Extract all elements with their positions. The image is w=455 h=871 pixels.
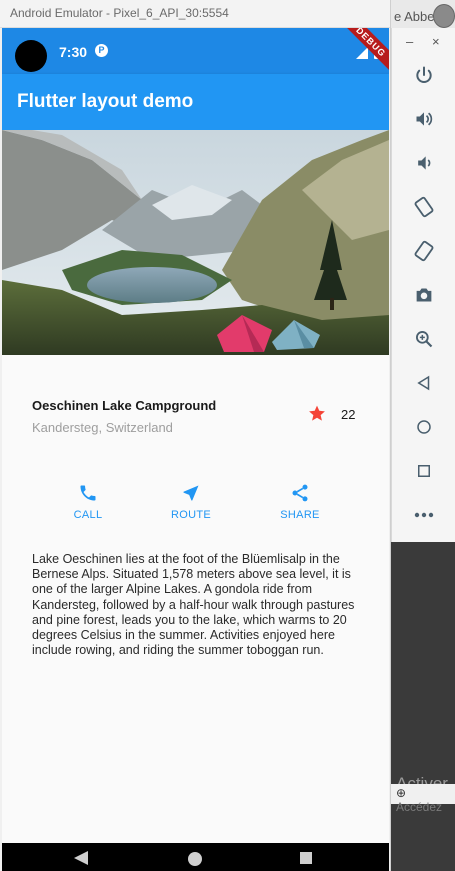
phone-screen: 7:30 P DEBUG Flutter layout demo Oeschin… bbox=[2, 28, 389, 871]
power-button[interactable] bbox=[406, 60, 442, 90]
rotate-right-icon bbox=[414, 240, 434, 262]
minimize-button[interactable]: – bbox=[406, 34, 413, 49]
background-desktop: Activer ⊕ Accédez bbox=[390, 542, 455, 871]
navigation-bar bbox=[2, 843, 389, 871]
share-button[interactable]: SHARE bbox=[265, 483, 335, 543]
back-button[interactable] bbox=[406, 368, 442, 398]
nav-overview-icon[interactable] bbox=[300, 852, 312, 864]
app-title: Flutter layout demo bbox=[17, 91, 194, 112]
toolbar-window-controls: – × bbox=[392, 34, 455, 50]
more-button[interactable] bbox=[406, 500, 442, 530]
lake-image bbox=[2, 130, 389, 355]
zoom-icon bbox=[416, 331, 433, 348]
notification-icon: P bbox=[95, 44, 108, 57]
background-avatar bbox=[433, 4, 455, 28]
near-me-icon bbox=[183, 485, 199, 501]
emulator-toolbar: – × bbox=[391, 28, 455, 542]
camera-icon bbox=[416, 288, 432, 302]
nav-back-icon[interactable] bbox=[74, 851, 88, 865]
taskbar-icon: ⊕ bbox=[396, 786, 407, 800]
description-text: Lake Oeschinen lies at the foot of the B… bbox=[32, 552, 355, 658]
rotate-left-icon bbox=[414, 196, 434, 218]
signal-icon bbox=[355, 46, 368, 59]
screenshot-button[interactable] bbox=[406, 280, 442, 310]
close-button[interactable]: × bbox=[432, 34, 440, 49]
overview-button[interactable] bbox=[406, 456, 442, 486]
route-label: ROUTE bbox=[171, 509, 211, 521]
overview-icon bbox=[418, 465, 430, 477]
emulator-window: Android Emulator - Pixel_6_API_30:5554 7… bbox=[0, 0, 391, 871]
share-icon bbox=[292, 484, 308, 502]
windows-activate-subtext: Accédez bbox=[396, 800, 443, 814]
call-icon bbox=[80, 485, 96, 501]
favorite-count: 22 bbox=[341, 407, 356, 422]
power-icon bbox=[416, 66, 432, 83]
volume-up-button[interactable] bbox=[406, 104, 442, 134]
status-time: 7:30 bbox=[59, 44, 88, 60]
volume-down-button[interactable] bbox=[406, 148, 442, 178]
app-bar: Flutter layout demo bbox=[2, 74, 389, 130]
lake-photo bbox=[2, 130, 389, 355]
star-icon[interactable] bbox=[307, 404, 327, 423]
call-label: CALL bbox=[73, 509, 103, 521]
volume-up-icon bbox=[416, 112, 433, 126]
share-label: SHARE bbox=[280, 509, 320, 521]
status-bar: 7:30 P DEBUG bbox=[2, 28, 389, 76]
emulator-title: Android Emulator - Pixel_6_API_30:5554 bbox=[10, 6, 229, 20]
nav-home-icon[interactable] bbox=[188, 852, 202, 866]
volume-down-icon bbox=[418, 156, 431, 170]
rotate-left-button[interactable] bbox=[406, 192, 442, 222]
place-name: Oeschinen Lake Campground bbox=[32, 398, 217, 413]
rotate-right-button[interactable] bbox=[406, 236, 442, 266]
camera-cutout bbox=[15, 40, 47, 72]
back-icon bbox=[417, 375, 430, 391]
button-section: CALL ROUTE SHARE bbox=[2, 483, 389, 543]
place-location: Kandersteg, Switzerland bbox=[32, 420, 173, 435]
home-button[interactable] bbox=[406, 412, 442, 442]
home-icon bbox=[417, 420, 431, 434]
zoom-button[interactable] bbox=[406, 324, 442, 354]
more-icon bbox=[414, 512, 434, 518]
route-button[interactable]: ROUTE bbox=[156, 483, 226, 543]
call-button[interactable]: CALL bbox=[53, 483, 123, 543]
emulator-title-bar[interactable]: Android Emulator - Pixel_6_API_30:5554 bbox=[0, 0, 390, 28]
